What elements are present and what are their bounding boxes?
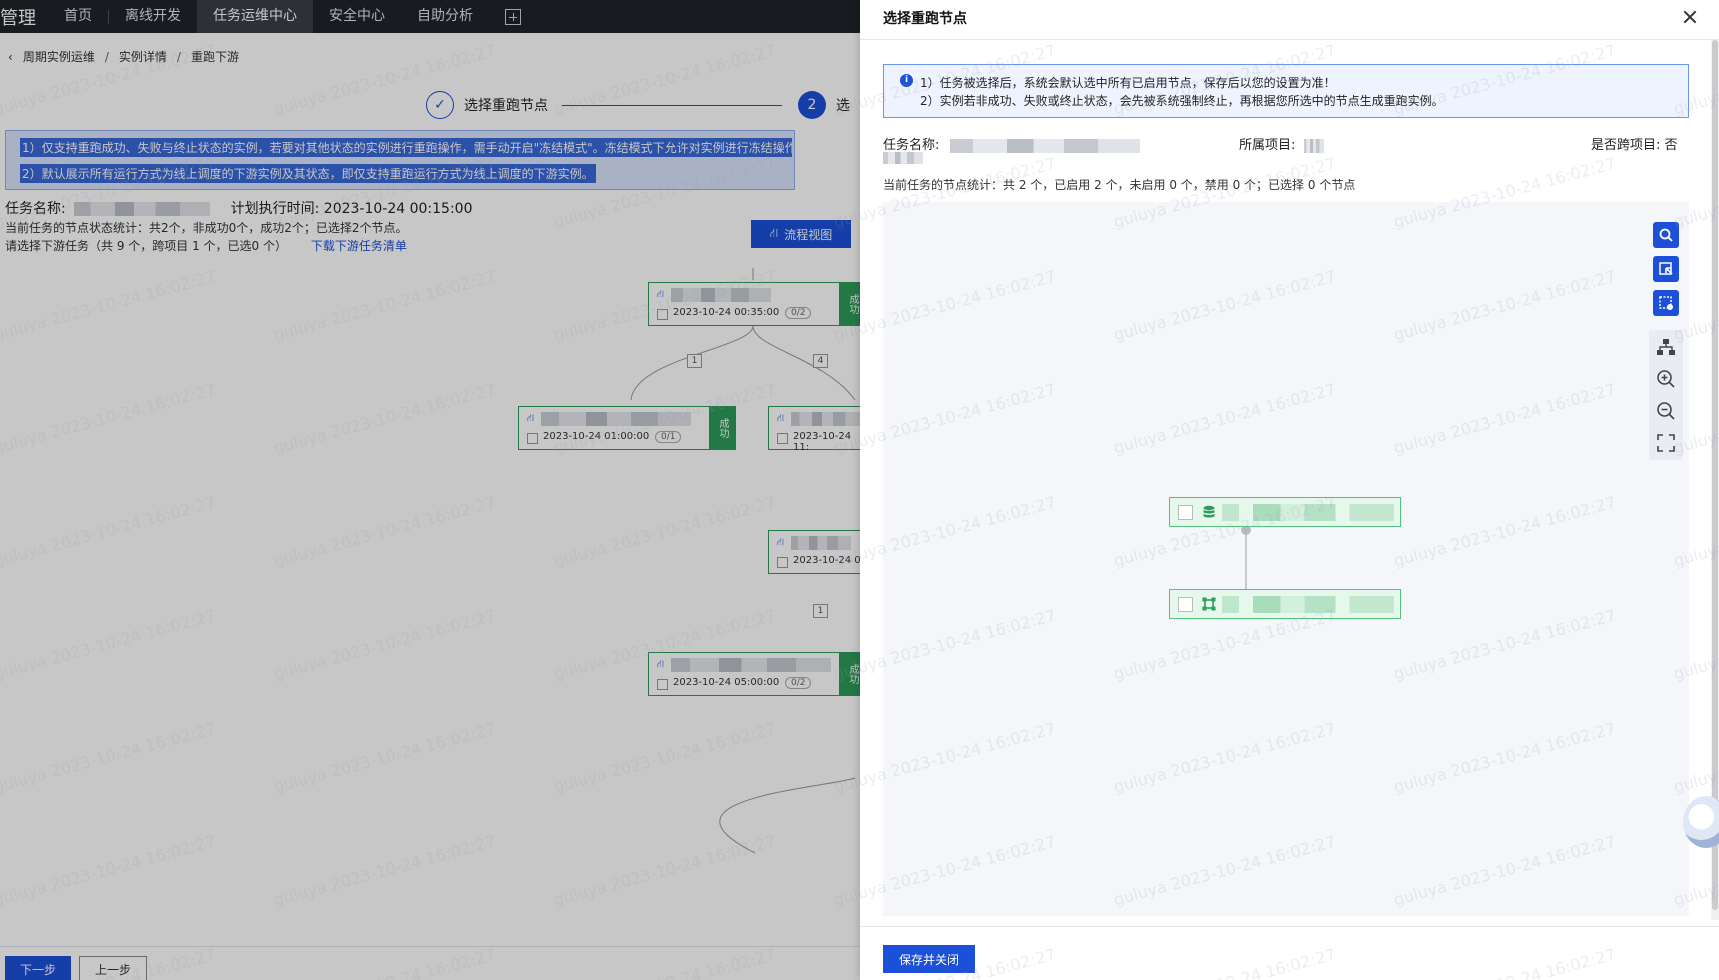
close-icon[interactable] [1679,6,1701,28]
project-label: 所属项目: [1239,138,1296,153]
task-name-redacted [949,138,1140,153]
select-tool-button[interactable] [1653,256,1679,282]
modal-overlay[interactable] [0,0,860,980]
fullscreen-icon [1657,434,1675,452]
search-tool-button[interactable] [1653,222,1679,248]
task-name-redacted-overflow [883,152,923,164]
node-task-icon [1202,597,1216,611]
node-checkbox[interactable] [1178,505,1193,520]
drawer-footer: 保存并关闭 [860,926,1719,980]
drawer-notice: i 1）任务被选择后，系统会默认选中所有已启用节点，保存后以您的设置为准！ 2）… [883,64,1689,118]
select-rerun-node-drawer: 选择重跑节点 i 1）任务被选择后，系统会默认选中所有已启用节点，保存后以您的设… [860,0,1719,980]
drawer-scrollbar[interactable] [1711,40,1719,920]
drawer-notice-line-1: 1）任务被选择后，系统会默认选中所有已启用节点，保存后以您的设置为准！ [920,76,1336,90]
hierarchy-icon [1657,339,1675,355]
graph-node[interactable] [1169,497,1401,527]
zoom-in-icon [1657,370,1675,388]
box-select-tool-button[interactable] [1653,290,1679,316]
layout-tool-button[interactable] [1653,334,1679,360]
drawer-header: 选择重跑节点 [860,0,1719,40]
cross-project-value: 否 [1664,138,1678,153]
scrollbar-thumb[interactable] [1712,40,1718,910]
drawer-task-name: 任务名称: [883,134,1140,153]
drawer-project: 所属项目: [1239,134,1324,153]
zoom-in-button[interactable] [1653,366,1679,392]
cross-project-label: 是否跨项目: [1591,138,1661,153]
search-icon [1659,228,1673,242]
node-name-redacted [1222,596,1394,613]
graph-node[interactable] [1169,589,1401,619]
node-graph-canvas[interactable] [883,202,1689,916]
project-redacted [1303,138,1324,153]
cursor-select-icon [1659,262,1673,275]
drawer-title: 选择重跑节点 [883,11,967,27]
database-icon [1203,505,1215,518]
info-icon: i [900,74,913,87]
drawer-notice-line-2: 2）实例若非成功、失败或终止状态，会先被系统强制终止，再根据您所选中的节点生成重… [920,94,1444,108]
box-select-icon [1659,296,1673,310]
node-name-redacted [1222,504,1394,521]
node-checkbox[interactable] [1178,597,1193,612]
drawer-node-stats: 当前任务的节点统计：共 2 个，已启用 2 个，未启用 0 个，禁用 0 个；已… [883,178,1356,192]
drawer-cross-project: 是否跨项目: 否 [1591,134,1678,153]
save-and-close-button[interactable]: 保存并关闭 [883,945,975,973]
zoom-out-button[interactable] [1653,398,1679,424]
zoom-out-icon [1657,402,1675,420]
fit-view-button[interactable] [1653,430,1679,456]
task-name-label: 任务名称: [883,138,940,153]
